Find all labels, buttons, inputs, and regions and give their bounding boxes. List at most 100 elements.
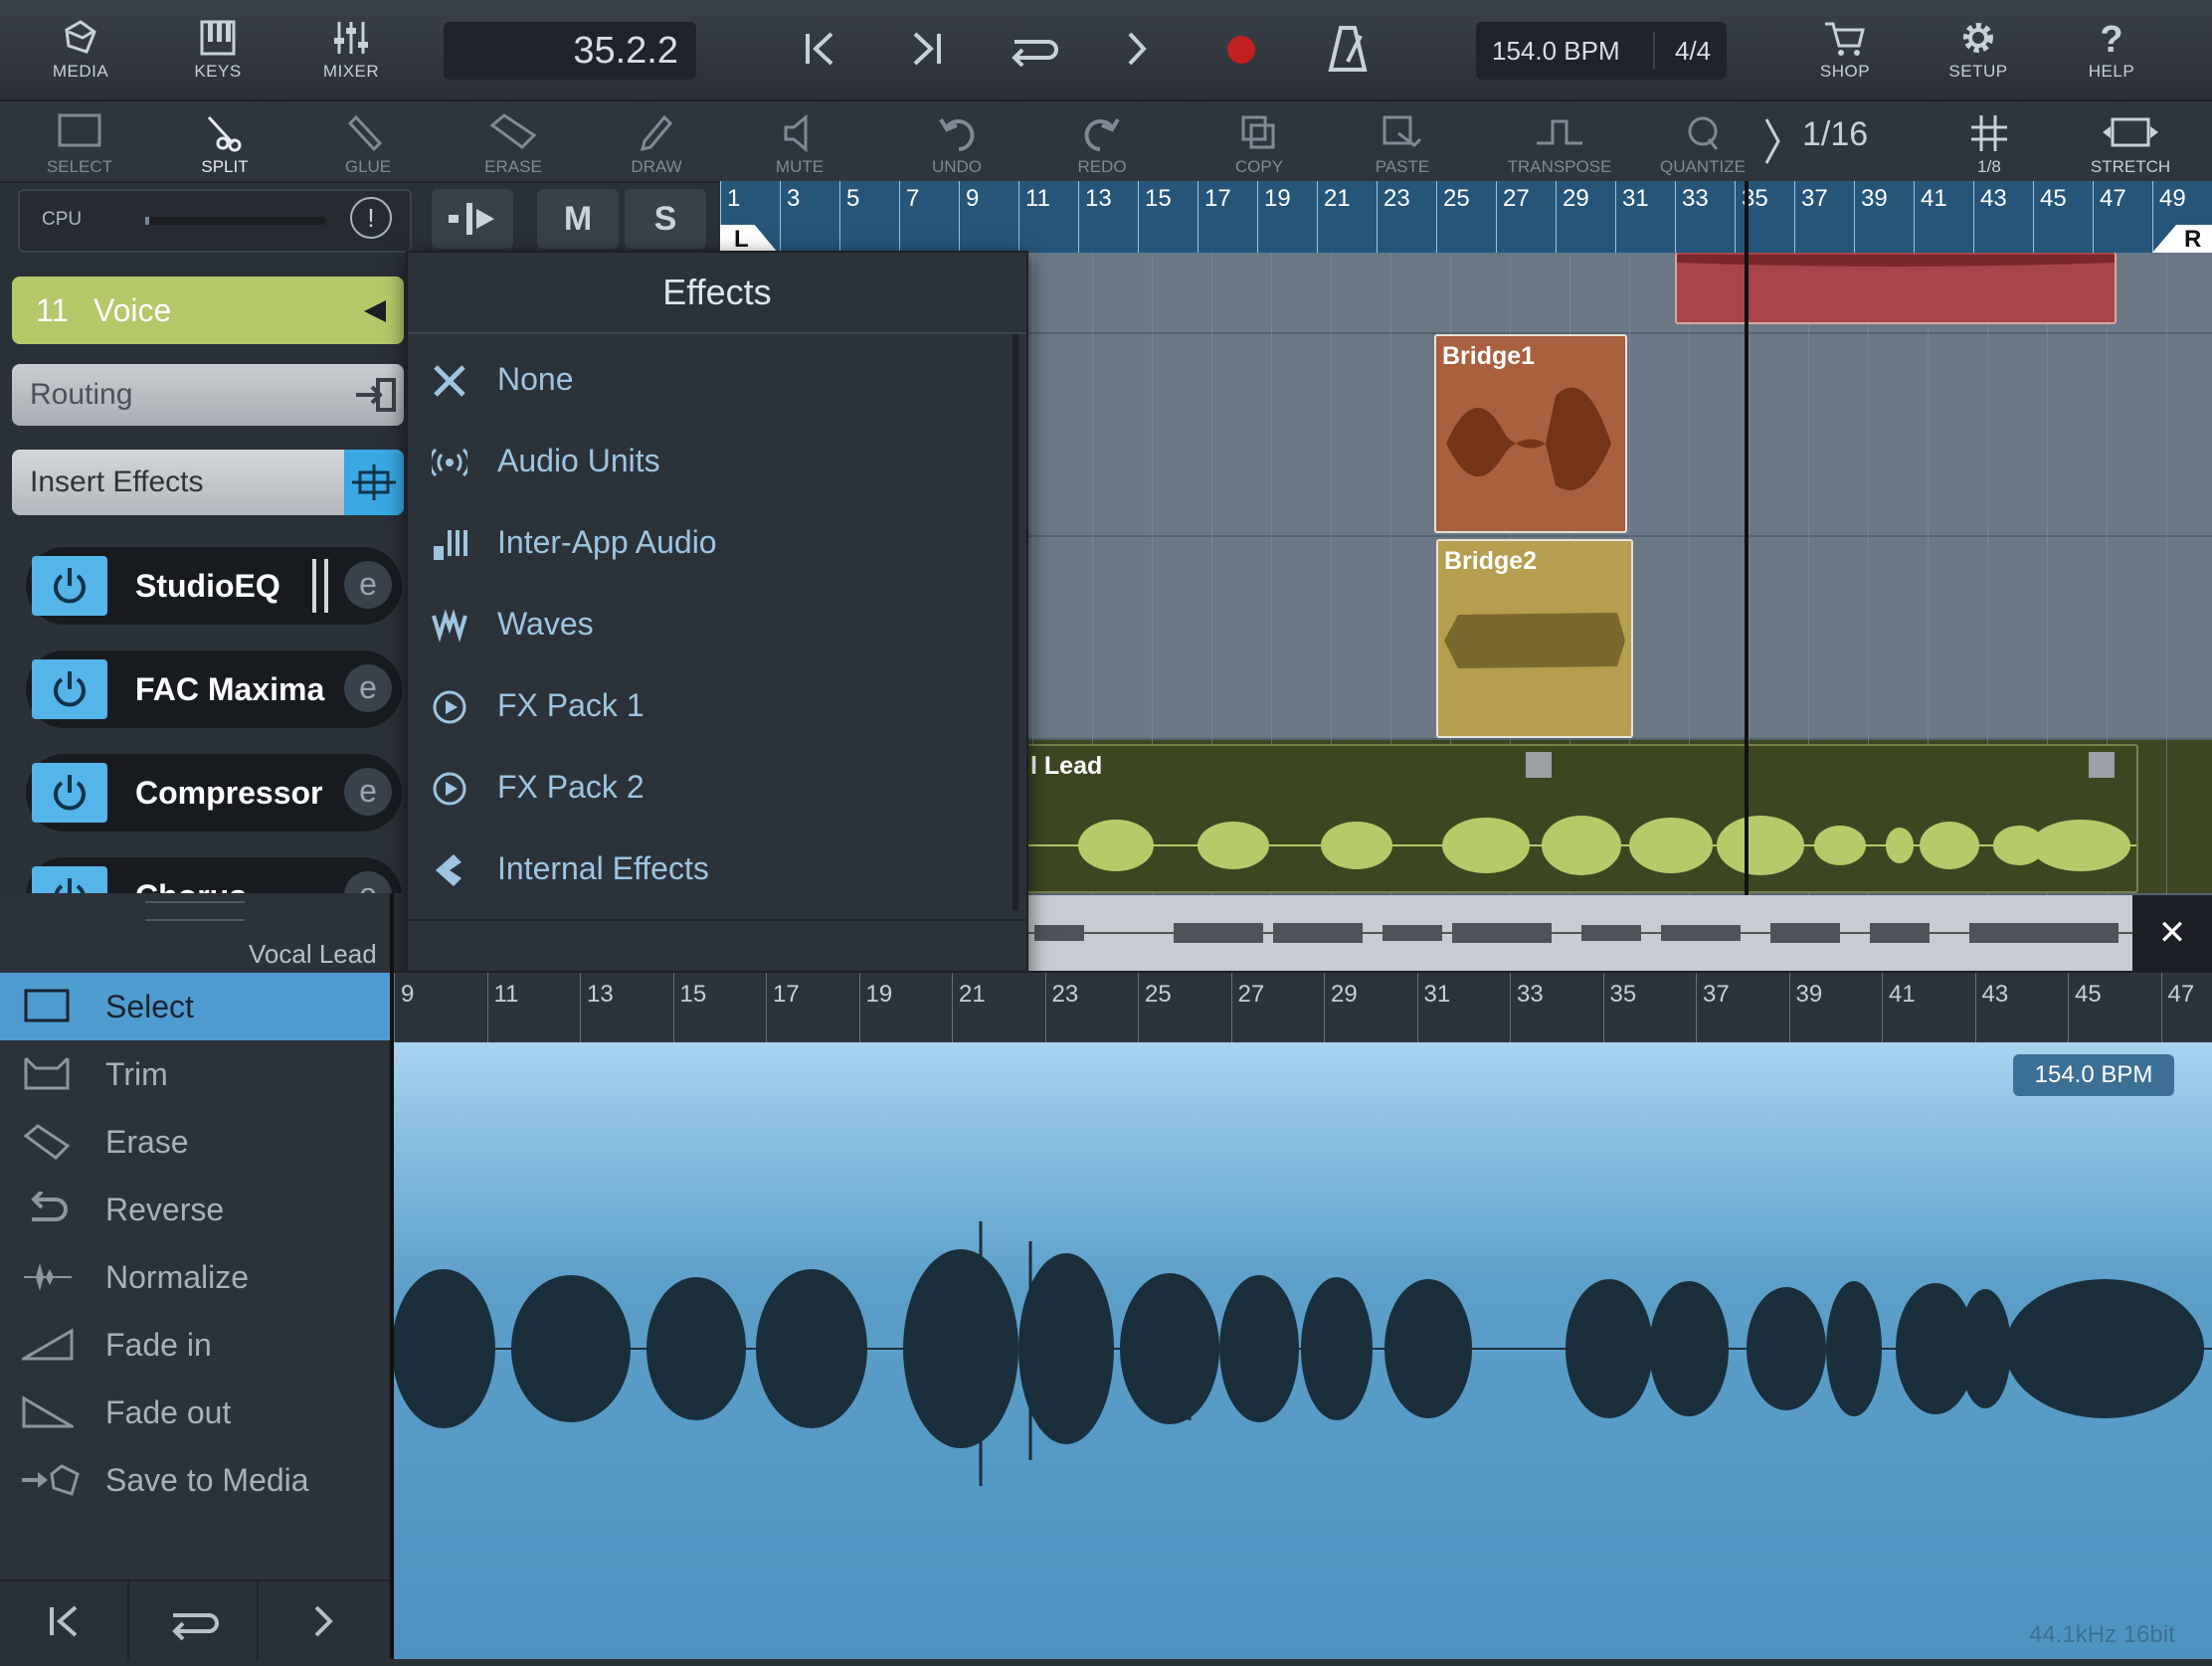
quantize-button[interactable]: QUANTIZE xyxy=(1643,107,1762,179)
insert-effects-label: Insert Effects xyxy=(30,450,204,515)
arrangement-area[interactable]: Bridge1 Bridge2 l Lead xyxy=(1024,253,2212,895)
effects-item-waves[interactable]: Waves xyxy=(432,583,989,664)
forward-to-end-icon[interactable] xyxy=(901,24,951,74)
setup-button[interactable]: SETUP xyxy=(1924,12,2033,92)
effects-item-fx-pack-1[interactable]: FX Pack 1 xyxy=(432,664,989,746)
audio-clip[interactable]: Bridge1 xyxy=(1434,334,1627,533)
shop-label: SHOP xyxy=(1790,62,1900,82)
stretch-button[interactable]: STRETCH xyxy=(2071,107,2190,179)
copy-button[interactable]: COPY xyxy=(1199,107,1319,179)
audio-clip[interactable]: l Lead xyxy=(1022,744,2138,893)
clip-handle[interactable] xyxy=(1526,752,1552,778)
record-icon[interactable] xyxy=(1221,30,1261,70)
audio-clip[interactable]: Bridge2 xyxy=(1436,539,1633,738)
select-tool[interactable]: SELECT xyxy=(20,107,139,179)
effects-scrollbar[interactable] xyxy=(1013,334,1018,911)
tempo-divider xyxy=(1653,32,1655,70)
reorder-icon[interactable] xyxy=(306,555,334,617)
edit-normalize[interactable]: Normalize xyxy=(0,1243,390,1311)
effects-item-fx-pack-2[interactable]: FX Pack 2 xyxy=(432,746,989,828)
editor-ruler[interactable]: 911131517192123252729313335373941434547 xyxy=(394,971,2212,1044)
play-button[interactable] xyxy=(259,1581,386,1661)
audio-clip[interactable] xyxy=(1675,253,2117,324)
play-icon[interactable] xyxy=(1112,24,1162,74)
track-name: Voice xyxy=(93,277,171,344)
grid-button[interactable]: 1/8 xyxy=(1930,107,2049,179)
track-number: 11 xyxy=(36,277,69,344)
edit-effect-button[interactable]: e xyxy=(344,871,392,893)
edit-select[interactable]: Select xyxy=(0,973,390,1040)
cpu-alert-button[interactable]: ! xyxy=(350,197,392,239)
split-tool[interactable]: SPLIT xyxy=(165,107,284,179)
playhead[interactable] xyxy=(1745,181,1749,895)
keys-button[interactable]: KEYS xyxy=(163,12,273,92)
grid-line xyxy=(2166,253,2167,895)
paste-button[interactable]: PASTE xyxy=(1343,107,1462,179)
edit-erase[interactable]: Erase xyxy=(0,1108,390,1176)
power-icon[interactable] xyxy=(32,866,107,893)
collapse-arrow-icon[interactable] xyxy=(362,298,388,324)
draw-tool[interactable]: DRAW xyxy=(597,107,716,179)
go-to-start-button[interactable] xyxy=(0,1581,129,1661)
loop-icon[interactable] xyxy=(1005,24,1060,74)
mixer-button[interactable]: MIXER xyxy=(296,12,406,92)
overview-strip[interactable] xyxy=(1024,895,2132,971)
mute-tool[interactable]: MUTE xyxy=(740,107,859,179)
effects-item-internal-effects[interactable]: Internal Effects xyxy=(432,828,989,909)
track-insert-button[interactable] xyxy=(432,189,513,249)
loop-button[interactable] xyxy=(129,1581,259,1661)
timeline-ruler[interactable]: 1357911131517192123252729313335373941434… xyxy=(720,181,2212,253)
metronome-icon[interactable] xyxy=(1323,22,1373,76)
insert-effects-header[interactable]: Insert Effects xyxy=(12,450,404,515)
routing-button[interactable]: Routing xyxy=(12,364,404,426)
edit-fade-in[interactable]: Fade in xyxy=(0,1311,390,1379)
setup-label: SETUP xyxy=(1924,62,2033,82)
effects-item-none[interactable]: None xyxy=(432,338,989,420)
insert-slot[interactable]: Chorus e xyxy=(26,857,402,893)
solo-button[interactable]: S xyxy=(625,189,706,249)
ruler-mark-label: 7 xyxy=(906,185,919,213)
insert-slot[interactable]: Compressor e xyxy=(26,754,402,832)
ruler-mark: 33 xyxy=(1675,181,1736,253)
erase-tool[interactable]: ERASE xyxy=(454,107,573,179)
edit-fade-out[interactable]: Fade out xyxy=(0,1379,390,1446)
edit-trim[interactable]: Trim xyxy=(0,1040,390,1108)
edit-reverse[interactable]: Reverse xyxy=(0,1176,390,1243)
effects-item-inter-app-audio[interactable]: Inter-App Audio xyxy=(432,501,989,583)
chevron-right-icon[interactable] xyxy=(1762,115,1782,167)
ruler-mark-label: 33 xyxy=(1682,185,1709,213)
close-editor-button[interactable]: ✕ xyxy=(2132,895,2212,971)
glue-tool[interactable]: GLUE xyxy=(308,107,428,179)
effects-item-audio-units[interactable]: Audio Units xyxy=(432,420,989,501)
effects-item-label: FX Pack 2 xyxy=(497,746,645,828)
effects-menu-title: Effects xyxy=(408,253,1026,334)
help-button[interactable]: ? HELP xyxy=(2057,12,2166,92)
power-icon[interactable] xyxy=(32,659,107,719)
insert-slot[interactable]: StudioEQ e xyxy=(26,547,402,625)
edit-save-to-media[interactable]: Save to Media xyxy=(0,1446,390,1514)
rewind-to-start-icon[interactable] xyxy=(796,24,845,74)
position-display[interactable]: 35.2.2 xyxy=(444,22,696,80)
edit-effect-button[interactable]: e xyxy=(344,768,392,816)
mute-button[interactable]: M xyxy=(537,189,619,249)
transpose-button[interactable]: TRANSPOSE xyxy=(1500,107,1619,179)
insert-slot[interactable]: FAC Maxima e xyxy=(26,650,402,728)
drag-handle[interactable] xyxy=(145,901,245,921)
clip-handle[interactable] xyxy=(2089,752,2115,778)
ruler-mark-label: 11 xyxy=(1025,185,1050,213)
track-header[interactable]: 11 Voice xyxy=(12,277,404,344)
redo-button[interactable]: REDO xyxy=(1042,107,1162,179)
media-button[interactable]: MEDIA xyxy=(26,12,135,92)
undo-button[interactable]: UNDO xyxy=(897,107,1016,179)
quantize-value[interactable]: 1/16 xyxy=(1802,115,1868,154)
gear-icon xyxy=(1958,18,1998,58)
shop-button[interactable]: SHOP xyxy=(1790,12,1900,92)
edit-effect-button[interactable]: e xyxy=(344,664,392,712)
power-icon[interactable] xyxy=(32,556,107,616)
power-icon[interactable] xyxy=(32,763,107,823)
mixer-label: MIXER xyxy=(296,62,406,82)
tempo-display[interactable]: 154.0 BPM 4/4 xyxy=(1476,22,1727,80)
insert-slot-button[interactable] xyxy=(344,450,404,515)
audio-editor[interactable] xyxy=(394,1042,2212,1659)
edit-effect-button[interactable]: e xyxy=(344,561,392,609)
